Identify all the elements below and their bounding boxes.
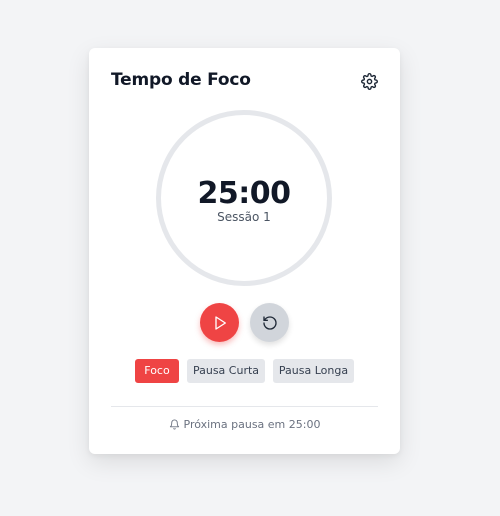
mode-tab-pausa-longa[interactable]: Pausa Longa [273,359,354,383]
session-label: Sessão 1 [217,210,271,224]
pomodoro-card: Tempo de Foco 25:00 Sessão 1 Foco Pausa … [89,48,400,454]
page-title: Tempo de Foco [111,70,251,90]
rotate-ccw-icon [262,315,277,330]
divider [111,406,378,407]
settings-button[interactable] [359,71,379,91]
reset-button[interactable] [250,303,289,342]
play-icon [214,315,226,330]
gear-icon [360,72,378,90]
play-button[interactable] [200,303,239,342]
timer-display: 25:00 [197,176,292,211]
bell-icon [169,419,179,430]
mode-tab-foco[interactable]: Foco [135,359,179,383]
next-break-info: Próxima pausa em 25:00 [89,418,400,431]
mode-tab-pausa-curta[interactable]: Pausa Curta [187,359,265,383]
next-break-label: Próxima pausa em 25:00 [183,418,321,431]
